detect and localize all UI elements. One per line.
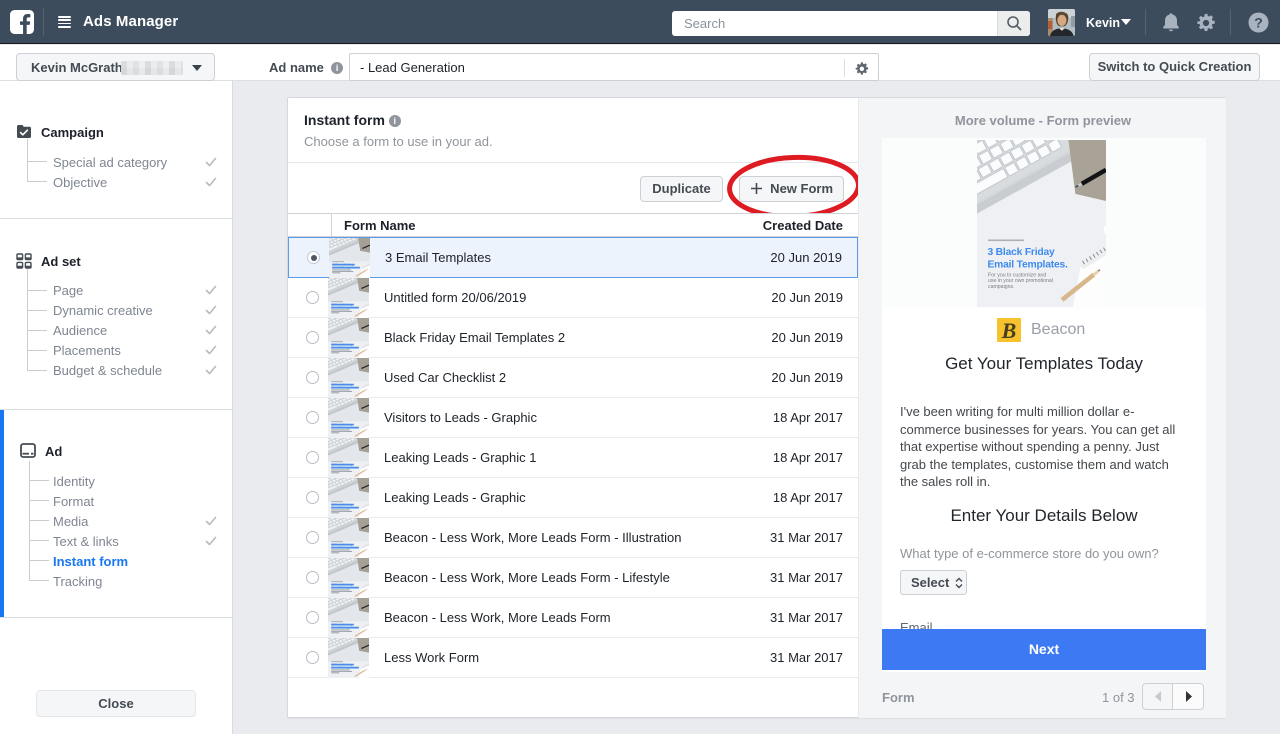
svg-text:campaigns.: campaigns.	[988, 284, 1015, 290]
svg-text:3 Black Friday: 3 Black Friday	[988, 247, 1055, 258]
svg-text:?: ?	[1254, 14, 1263, 30]
svg-text:Email Templates.: Email Templates.	[988, 260, 1068, 271]
